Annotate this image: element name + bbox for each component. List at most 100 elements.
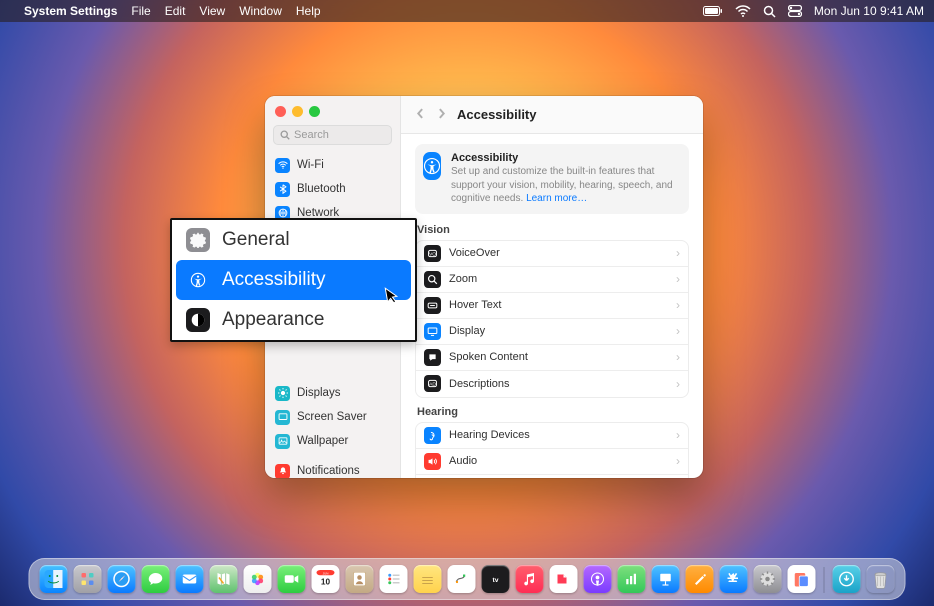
menu-edit[interactable]: Edit — [165, 4, 186, 18]
chevron-right-icon: › — [676, 246, 680, 260]
sidebar-item-bluetooth[interactable]: Bluetooth — [265, 177, 400, 201]
sidebar-item-label: Displays — [297, 387, 340, 399]
dock-mail[interactable] — [176, 565, 204, 593]
settings-row-spoken[interactable]: Spoken Content› — [416, 345, 688, 371]
dock-downloads[interactable] — [833, 565, 861, 593]
settings-list: VOVoiceOver›Zoom›Hover Text›Display›Spok… — [415, 240, 689, 398]
dock-trash[interactable] — [867, 565, 895, 593]
svg-text:VO: VO — [429, 251, 436, 256]
svg-text:JUN: JUN — [323, 572, 329, 576]
row-label: Hearing Devices — [449, 429, 530, 441]
dock-messages[interactable] — [142, 565, 170, 593]
chevron-right-icon: › — [676, 298, 680, 312]
fullscreen-button[interactable] — [309, 106, 320, 117]
sidebar-item-label: Notifications — [297, 465, 360, 477]
sidebar-zoom-callout: GeneralAccessibility Appearance — [170, 218, 417, 342]
dock-numbers[interactable] — [618, 565, 646, 593]
battery-icon[interactable] — [703, 5, 723, 17]
sidebar-item-screensaver[interactable]: Screen Saver — [265, 405, 400, 429]
chevron-right-icon: › — [676, 350, 680, 364]
dock-notes[interactable] — [414, 565, 442, 593]
dock-launchpad[interactable] — [74, 565, 102, 593]
settings-row-zoom[interactable]: Zoom› — [416, 267, 688, 293]
settings-row-descriptions[interactable]: ADDescriptions› — [416, 371, 688, 397]
clock[interactable]: Mon Jun 10 9:41 AM — [814, 4, 924, 18]
row-label: Hover Text — [449, 299, 501, 311]
dock-tv[interactable]: tv — [482, 565, 510, 593]
row-label: Descriptions — [449, 378, 510, 390]
dock-contacts[interactable] — [346, 565, 374, 593]
settings-row-display[interactable]: Display › — [416, 319, 688, 345]
gear-icon — [186, 228, 210, 252]
ear-icon — [424, 427, 441, 444]
sidebar-item-wallpaper[interactable]: Wallpaper — [265, 429, 400, 453]
learn-more-link[interactable]: Learn more… — [526, 193, 587, 204]
sidebar-item-wifi[interactable]: Wi-Fi — [265, 153, 400, 177]
banner: Accessibility Set up and customize the b… — [415, 144, 689, 214]
descriptions-icon: AD — [424, 375, 441, 392]
callout-item-general[interactable]: General — [172, 220, 415, 260]
row-label: Zoom — [449, 273, 477, 285]
speaker-icon — [424, 453, 441, 470]
row-label: VoiceOver — [449, 247, 500, 259]
settings-row-audio[interactable]: Audio› — [416, 449, 688, 475]
dock-reminders[interactable] — [380, 565, 408, 593]
zoom-icon — [424, 271, 441, 288]
dock-music[interactable] — [516, 565, 544, 593]
wifi-icon[interactable] — [735, 5, 751, 17]
dock-maps[interactable] — [210, 565, 238, 593]
settings-row-voiceover[interactable]: VO VoiceOver › — [416, 241, 688, 267]
chevron-right-icon: › — [676, 324, 680, 338]
spoken-icon — [424, 349, 441, 366]
settings-row-captions[interactable]: Captions› — [416, 475, 688, 479]
spotlight-icon[interactable] — [763, 5, 776, 18]
dock-safari[interactable] — [108, 565, 136, 593]
appearance-icon — [186, 308, 210, 332]
menu-help[interactable]: Help — [296, 4, 321, 18]
menu-view[interactable]: View — [199, 4, 225, 18]
settings-list: Hearing Devices›Audio›Captions› — [415, 422, 689, 479]
sidebar-item-displays[interactable]: Displays — [265, 381, 400, 405]
svg-text:tv: tv — [492, 577, 498, 584]
dock-appstore[interactable] — [720, 565, 748, 593]
sidebar-item-label: Bluetooth — [297, 183, 346, 195]
forward-button[interactable] — [436, 107, 447, 123]
dock-mirroring[interactable] — [788, 565, 816, 593]
section-label: Hearing — [417, 406, 689, 418]
dock-freeform[interactable] — [448, 565, 476, 593]
page-title: Accessibility — [457, 107, 537, 122]
menu-file[interactable]: File — [131, 4, 150, 18]
display-icon — [424, 323, 441, 340]
callout-label: Appearance — [222, 309, 324, 331]
dock-photos[interactable] — [244, 565, 272, 593]
bell-icon — [275, 464, 290, 479]
dock: JUN10 tv — [29, 558, 906, 600]
wifi-icon — [275, 158, 290, 173]
sidebar-item-notifications[interactable]: Notifications — [265, 459, 400, 478]
dock-pages[interactable] — [686, 565, 714, 593]
dock-news[interactable] — [550, 565, 578, 593]
banner-desc: Set up and customize the built-in featur… — [451, 165, 681, 206]
frame-icon — [275, 410, 290, 425]
minimize-button[interactable] — [292, 106, 303, 117]
row-label: Display — [449, 325, 485, 337]
control-center-icon[interactable] — [788, 5, 802, 17]
dock-settings[interactable] — [754, 565, 782, 593]
dock-finder[interactable] — [40, 565, 68, 593]
sidebar-item-label: Wi-Fi — [297, 159, 324, 171]
dock-keynote[interactable] — [652, 565, 680, 593]
dock-podcasts[interactable] — [584, 565, 612, 593]
search-input[interactable]: Search — [273, 125, 392, 145]
dock-facetime[interactable] — [278, 565, 306, 593]
sidebar-item-label: Screen Saver — [297, 411, 367, 423]
dock-calendar[interactable]: JUN10 — [312, 565, 340, 593]
close-button[interactable] — [275, 106, 286, 117]
app-name[interactable]: System Settings — [24, 4, 117, 18]
settings-row-hearingdev[interactable]: Hearing Devices› — [416, 423, 688, 449]
settings-row-hovertext[interactable]: Hover Text › — [416, 293, 688, 319]
callout-item-accessibility[interactable]: Accessibility — [176, 260, 411, 300]
menu-window[interactable]: Window — [239, 4, 282, 18]
sidebar-item-label: Wallpaper — [297, 435, 348, 447]
callout-item-appearance[interactable]: Appearance — [172, 300, 415, 340]
back-button[interactable] — [415, 107, 426, 123]
